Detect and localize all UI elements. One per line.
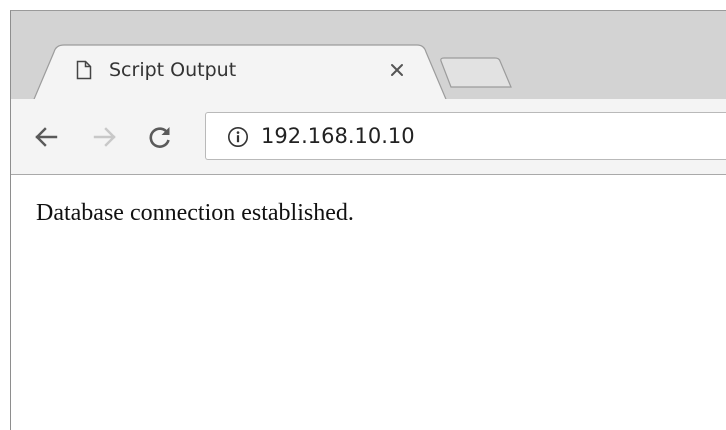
- arrow-right-icon: [93, 127, 116, 147]
- address-bar[interactable]: 192.168.10.10: [205, 112, 726, 160]
- toolbar: 192.168.10.10: [11, 99, 726, 175]
- tab-strip: Script Output: [11, 11, 726, 104]
- reload-icon: [149, 127, 170, 148]
- tab-shape: [31, 44, 449, 104]
- forward-button[interactable]: [87, 119, 123, 155]
- url-text[interactable]: 192.168.10.10: [261, 122, 415, 150]
- browser-window: Script Output 192.168.10.10 Database con…: [10, 10, 726, 430]
- page-icon: [76, 60, 92, 80]
- tab-title: Script Output: [109, 59, 237, 81]
- close-icon[interactable]: [388, 61, 406, 79]
- arrow-left-icon: [35, 127, 58, 147]
- info-icon[interactable]: [227, 126, 249, 148]
- reload-button[interactable]: [142, 119, 178, 155]
- page-content: Database connection established.: [11, 175, 726, 430]
- page-body-text: Database connection established.: [36, 200, 354, 226]
- back-button[interactable]: [28, 119, 64, 155]
- new-tab-button[interactable]: [439, 57, 519, 89]
- tab-script-output[interactable]: Script Output: [31, 44, 449, 104]
